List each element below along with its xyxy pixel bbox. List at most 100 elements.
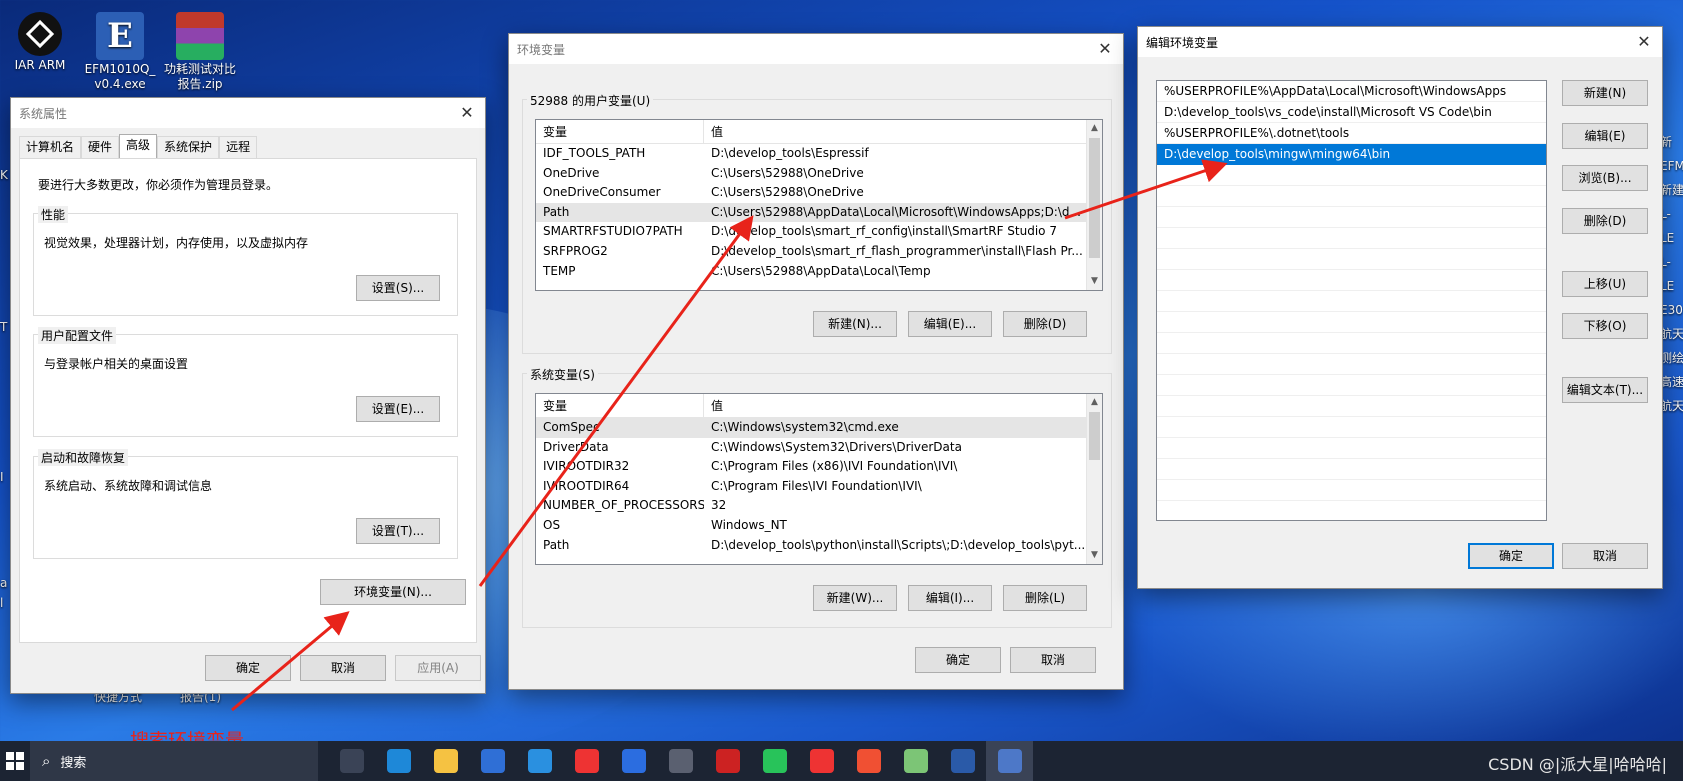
- table-row[interactable]: SMARTRFSTUDIO7PATH D:\develop_tools\smart…: [536, 222, 1102, 242]
- variable-name-cell: NUMBER_OF_PROCESSORS: [543, 498, 704, 513]
- table-row[interactable]: OS Windows_NT: [536, 516, 1102, 536]
- system-variables-list[interactable]: 变量 值 ComSpec C:\Windows\system32\cmd.exe D…: [535, 393, 1103, 565]
- path-entry[interactable]: %USERPROFILE%\.dotnet\tools: [1157, 123, 1546, 144]
- user-variables-list[interactable]: 变量 值 IDF_TOOLS_PATH D:\develop_tools\Espr…: [535, 119, 1103, 291]
- table-row[interactable]: SRFPROG2 D:\develop_tools\smart_rf_flash_…: [536, 242, 1102, 262]
- column-header-variable[interactable]: 变量: [536, 394, 704, 417]
- docs-icon: [621, 749, 646, 773]
- path-entry[interactable]: D:\develop_tools\mingw\mingw64\bin: [1157, 144, 1546, 165]
- system-properties-window: 系统属性 ✕ 计算机名 硬件 高级 系统保护 远程 要进行大多数更改，你必须作为…: [10, 97, 486, 694]
- browse-button[interactable]: 浏览(B)...: [1562, 165, 1648, 191]
- startup-recovery-settings-button[interactable]: 设置(T)...: [356, 518, 440, 544]
- scroll-down-icon[interactable]: ▼: [1087, 273, 1102, 290]
- vertical-scrollbar[interactable]: ▲ ▼: [1086, 394, 1102, 564]
- table-row[interactable]: OneDriveConsumer C:\Users\52988\OneDrive: [536, 183, 1102, 203]
- taskbar-wps-button[interactable]: [563, 741, 610, 781]
- taskbar-file-explorer-button[interactable]: [422, 741, 469, 781]
- taskbar-vscode-button[interactable]: [516, 741, 563, 781]
- system-new-button[interactable]: 新建(W)...: [813, 585, 897, 611]
- desktop-icon-efm[interactable]: E EFM1010Q_ v0.4.exe: [80, 12, 160, 92]
- column-header-value[interactable]: 值: [704, 120, 1102, 143]
- windows-logo-icon: [6, 752, 24, 770]
- user-delete-button[interactable]: 删除(D): [1003, 311, 1087, 337]
- user-new-button[interactable]: 新建(N)...: [813, 311, 897, 337]
- zip-archive-icon: [176, 12, 224, 60]
- taskbar-remote-button[interactable]: [986, 741, 1033, 781]
- environment-variables-window: 环境变量 ✕ 52988 的用户变量(U) 变量 值 IDF_TOOLS_PAT…: [508, 33, 1124, 690]
- table-row[interactable]: DriverData C:\Windows\System32\Drivers\Dr…: [536, 438, 1102, 458]
- variable-value-cell: D:\develop_tools\smart_rf_config\install…: [711, 224, 1057, 239]
- calculator-icon: [668, 749, 693, 773]
- ok-button[interactable]: 确定: [915, 647, 1001, 673]
- taskbar-task-view-button[interactable]: [328, 741, 375, 781]
- list-header: 变量 值: [536, 394, 1102, 418]
- scroll-down-icon[interactable]: ▼: [1087, 547, 1102, 564]
- desktop-icon-iar[interactable]: IAR ARM: [0, 12, 80, 73]
- taskbar-calculator-button[interactable]: [657, 741, 704, 781]
- table-row[interactable]: NUMBER_OF_PROCESSORS 32: [536, 496, 1102, 516]
- user-profiles-settings-button[interactable]: 设置(E)...: [356, 396, 440, 422]
- tab-hardware[interactable]: 硬件: [81, 136, 120, 158]
- system-variables-group: 系统变量(S) 变量 值 ComSpec C:\Windows\system32\…: [522, 366, 1112, 628]
- edit-text-button[interactable]: 编辑文本(T)...: [1562, 377, 1648, 403]
- cancel-button[interactable]: 取消: [1562, 543, 1648, 569]
- cancel-button[interactable]: 取消: [300, 655, 386, 681]
- close-icon[interactable]: ✕: [1632, 30, 1656, 54]
- taskbar-edge-button[interactable]: [375, 741, 422, 781]
- variable-name-cell: SRFPROG2: [543, 243, 608, 258]
- environment-variables-button[interactable]: 环境变量(N)...: [320, 579, 466, 605]
- path-entry[interactable]: %USERPROFILE%\AppData\Local\Microsoft\Wi…: [1157, 81, 1546, 102]
- variable-name-cell: DriverData: [543, 439, 609, 454]
- taskbar-git-button[interactable]: [845, 741, 892, 781]
- window-title: 环境变量: [517, 42, 566, 57]
- new-entry-button[interactable]: 新建(N): [1562, 80, 1648, 106]
- scrollbar-thumb[interactable]: [1089, 412, 1100, 460]
- system-edit-button[interactable]: 编辑(I)...: [908, 585, 992, 611]
- vertical-scrollbar[interactable]: ▲ ▼: [1086, 120, 1102, 290]
- tab-computer-name[interactable]: 计算机名: [19, 136, 82, 158]
- table-row[interactable]: ComSpec C:\Windows\system32\cmd.exe: [536, 418, 1102, 438]
- apply-button[interactable]: 应用(A): [395, 655, 481, 681]
- taskbar-store-button[interactable]: [469, 741, 516, 781]
- table-row[interactable]: TEMP C:\Users\52988\AppData\Local\Temp: [536, 262, 1102, 282]
- table-row[interactable]: IVIROOTDIR32 C:\Program Files (x86)\IVI F…: [536, 457, 1102, 477]
- path-entry[interactable]: D:\develop_tools\vs_code\install\Microso…: [1157, 102, 1546, 123]
- system-delete-button[interactable]: 删除(L): [1003, 585, 1087, 611]
- scroll-up-icon[interactable]: ▲: [1087, 394, 1102, 411]
- taskbar-wechat-button[interactable]: [751, 741, 798, 781]
- cancel-button[interactable]: 取消: [1010, 647, 1096, 673]
- taskbar-atk-xcom-button[interactable]: [704, 741, 751, 781]
- table-row[interactable]: IVIROOTDIR64 C:\Program Files\IVI Foundat…: [536, 477, 1102, 497]
- ok-button[interactable]: 确定: [1468, 543, 1554, 569]
- search-icon: ⌕: [42, 752, 51, 770]
- close-icon[interactable]: ✕: [455, 101, 479, 125]
- window-title: 系统属性: [19, 106, 68, 121]
- tab-system-protection[interactable]: 系统保护: [157, 136, 220, 158]
- taskbar-notepad-button[interactable]: [892, 741, 939, 781]
- scroll-up-icon[interactable]: ▲: [1087, 120, 1102, 137]
- table-row[interactable]: OneDrive C:\Users\52988\OneDrive: [536, 164, 1102, 184]
- scrollbar-thumb[interactable]: [1089, 138, 1100, 258]
- table-row[interactable]: Path C:\Users\52988\AppData\Local\Microso…: [536, 202, 1102, 223]
- ok-button[interactable]: 确定: [205, 655, 291, 681]
- path-entries-list[interactable]: %USERPROFILE%\AppData\Local\Microsoft\Wi…: [1156, 80, 1547, 521]
- column-header-value[interactable]: 值: [704, 394, 1102, 417]
- column-header-variable[interactable]: 变量: [536, 120, 704, 143]
- desktop-icon-zip[interactable]: 功耗测试对比 报告.zip: [160, 12, 240, 92]
- move-up-button[interactable]: 上移(U): [1562, 271, 1648, 297]
- delete-entry-button[interactable]: 删除(D): [1562, 208, 1648, 234]
- move-down-button[interactable]: 下移(O): [1562, 313, 1648, 339]
- tab-advanced[interactable]: 高级: [119, 134, 158, 158]
- taskbar-powershell-button[interactable]: [939, 741, 986, 781]
- taskbar-docs-button[interactable]: [610, 741, 657, 781]
- edit-entry-button[interactable]: 编辑(E): [1562, 123, 1648, 149]
- taskbar-wps-2-button[interactable]: [798, 741, 845, 781]
- table-row[interactable]: IDF_TOOLS_PATH D:\develop_tools\Espressif: [536, 144, 1102, 164]
- close-icon[interactable]: ✕: [1093, 37, 1117, 61]
- table-row[interactable]: Path D:\develop_tools\python\install\Scri…: [536, 536, 1102, 556]
- performance-settings-button[interactable]: 设置(S)...: [356, 275, 440, 301]
- user-edit-button[interactable]: 编辑(E)...: [908, 311, 992, 337]
- taskbar-search-box[interactable]: ⌕ 搜索: [30, 741, 318, 781]
- tab-remote[interactable]: 远程: [219, 136, 258, 158]
- start-button[interactable]: [0, 741, 30, 781]
